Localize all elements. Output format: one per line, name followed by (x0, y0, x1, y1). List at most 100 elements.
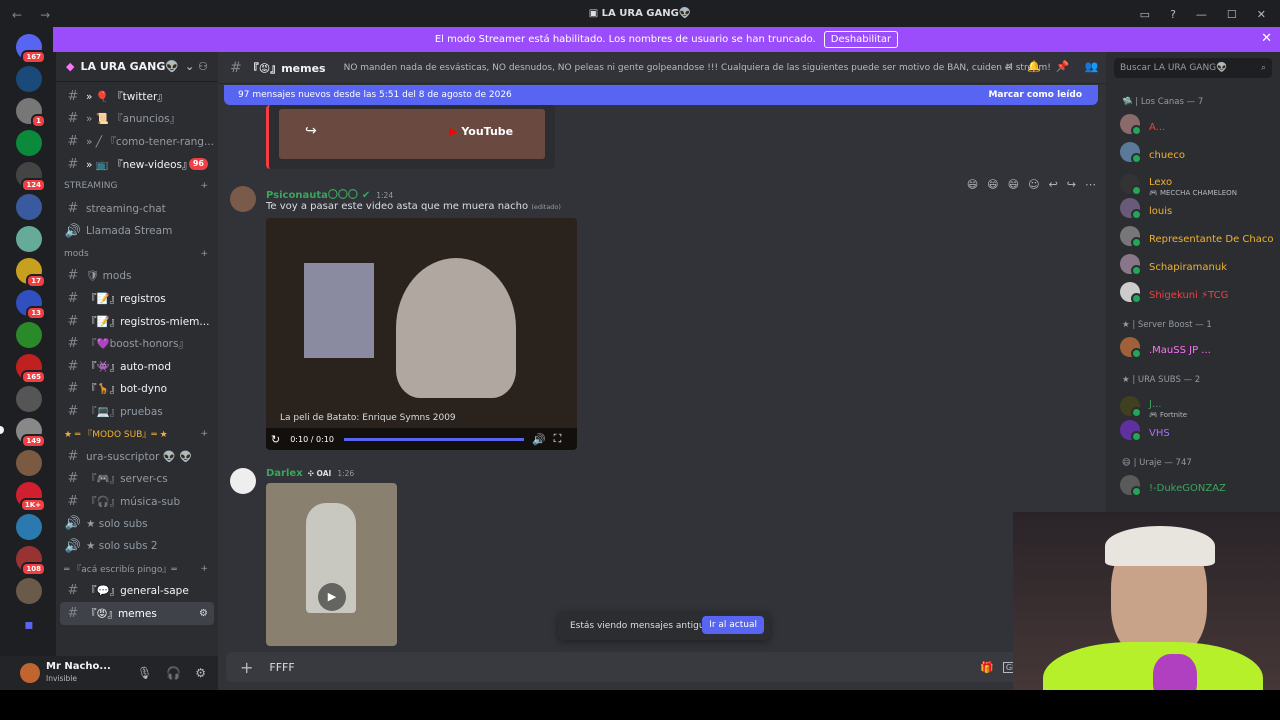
notification-bell-icon[interactable]: 🔔 (1027, 60, 1041, 74)
member-item[interactable]: Representante De Chaco (1120, 226, 1273, 248)
server-icon[interactable] (16, 578, 42, 604)
reaction-emoji-icon[interactable]: 😄 (1008, 178, 1019, 191)
add-reaction-icon[interactable]: ☺ (1028, 178, 1039, 191)
new-messages-bar[interactable]: 97 mensajes nuevos desde las 5:51 del 8 … (224, 85, 1098, 105)
channel-item[interactable]: # 『💜boost-honors』 (56, 332, 218, 355)
channel-item[interactable]: # 『🎧』música-sub (56, 490, 218, 513)
channel-item[interactable]: # » ╱ 『como-tener-rang... (56, 130, 218, 153)
avatar[interactable] (230, 468, 256, 494)
server-icon[interactable] (16, 386, 42, 412)
channel-item[interactable]: # 『👾』auto-mod (56, 355, 218, 378)
server-icon[interactable] (16, 130, 42, 156)
server-icon[interactable] (16, 226, 42, 252)
channel-item[interactable]: # 『📝』registros-miem... (56, 310, 218, 333)
embed-thumbnail[interactable]: ↪ ▶ YouTube (279, 109, 545, 159)
reaction-emoji-icon[interactable]: 😄 (987, 178, 998, 191)
server-icon[interactable]: 165 (16, 354, 46, 384)
category-mods[interactable]: mods + (56, 243, 218, 265)
message-composer[interactable]: + FFFF 🎁 GIF (226, 652, 1098, 682)
youtube-logo[interactable]: ▶ YouTube (449, 125, 513, 138)
play-icon[interactable]: ▶ (318, 583, 346, 611)
channel-item[interactable]: # 『🎮』server-cs (56, 467, 218, 490)
member-item[interactable]: A... (1120, 114, 1165, 136)
server-icon[interactable] (16, 514, 42, 540)
channel-settings-icon[interactable]: ⚙ (199, 608, 208, 619)
channel-item[interactable]: # ura-suscriptor 👽 👽 (56, 445, 218, 468)
avatar[interactable] (230, 186, 256, 212)
server-icon[interactable]: 1K+ (16, 482, 46, 512)
add-attachment-icon[interactable]: + (240, 658, 253, 677)
category-modo-sub[interactable]: ★ ═ 『MODO SUB』═ ★ + (56, 423, 218, 445)
member-list-icon[interactable]: 👥 (1085, 60, 1099, 74)
member-item[interactable]: Shigekuni ⚡TCG (1120, 282, 1228, 304)
channel-item[interactable]: # 『😡』memes ⚙ (60, 602, 214, 625)
inbox-icon[interactable]: ▭ (1140, 8, 1150, 21)
search-input[interactable]: Buscar LA URA GANG👽 ⌕ (1114, 58, 1272, 78)
member-item[interactable]: chueco (1120, 142, 1185, 164)
member-item[interactable]: Lexo 🎮 MECCHA CHAMELEON (1120, 170, 1237, 197)
guild-header[interactable]: ◆ LA URA GANG👽 ⌄ ⚇ (56, 52, 218, 82)
channel-item[interactable]: 🔊 Llamada Stream (56, 220, 218, 243)
avatar[interactable] (20, 663, 40, 683)
server-icon[interactable]: 108 (16, 546, 46, 576)
mark-as-read-button[interactable]: Marcar como leído (988, 90, 1082, 100)
close-window-icon[interactable]: ✕ (1257, 8, 1266, 21)
member-item[interactable]: !-DukeGONZAZ (1120, 475, 1226, 497)
minimize-icon[interactable]: — (1196, 8, 1207, 21)
channel-item[interactable]: # streaming-chat (56, 197, 218, 220)
more-options-icon[interactable]: ⋯ (1085, 178, 1096, 191)
server-icon[interactable] (16, 194, 42, 220)
direct-messages-button[interactable]: 167 (16, 34, 46, 64)
message-input[interactable]: FFFF (269, 661, 294, 674)
message-author[interactable]: Darlex ✣ OAI 1:26 (266, 468, 354, 479)
member-item[interactable]: Schapiramanuk (1120, 254, 1227, 276)
server-icon[interactable] (16, 66, 42, 92)
reply-icon[interactable]: ↩ (1049, 178, 1058, 191)
forward-icon[interactable]: ↪ (1067, 178, 1076, 191)
threads-icon[interactable]: ⌗ (1006, 60, 1012, 74)
category-streaming[interactable]: STREAMING + (56, 175, 218, 197)
reaction-emoji-icon[interactable]: 😄 (967, 178, 978, 191)
download-apps-icon[interactable]: ▪ (16, 612, 42, 638)
member-item[interactable]: VHS (1120, 420, 1170, 442)
add-channel-icon[interactable]: + (200, 181, 208, 191)
share-icon[interactable]: ↪ (305, 123, 317, 139)
channel-item[interactable]: # » 📜 『anuncios』 (56, 108, 218, 131)
channel-item[interactable]: # 『📝』registros (56, 287, 218, 310)
channel-item[interactable]: # 『🦒』bot-dyno (56, 378, 218, 401)
channel-topic[interactable]: NO manden nada de esvásticas, NO desnudo… (344, 63, 1051, 73)
channel-item[interactable]: 🔊 ★ solo subs (56, 513, 218, 536)
fullscreen-icon[interactable]: ⛶ (554, 432, 562, 446)
video-player[interactable]: La peli de Batato: Enrique Symns 2009 ↻ … (266, 218, 577, 450)
server-icon[interactable]: 17 (16, 258, 46, 288)
volume-icon[interactable]: 🔊 (532, 433, 546, 446)
add-channel-icon[interactable]: + (200, 429, 208, 439)
server-icon[interactable]: 124 (16, 162, 46, 192)
invite-people-icon[interactable]: ⚇ (198, 60, 208, 73)
video-seek-bar[interactable] (343, 437, 524, 441)
member-item[interactable]: J... 🎮 Fortnite (1120, 392, 1187, 419)
microphone-icon[interactable]: 🎙 (137, 666, 152, 680)
channel-item[interactable]: # » 📺 『new-videos』 96 (56, 153, 218, 176)
member-item[interactable]: louis (1120, 198, 1172, 220)
server-icon[interactable]: 149 (16, 418, 46, 448)
gift-icon[interactable]: 🎁 (980, 661, 994, 674)
disable-streamer-button[interactable]: Deshabilitar (823, 31, 899, 48)
server-icon[interactable]: 13 (16, 290, 46, 320)
channel-item[interactable]: # 🛡 mods (56, 265, 218, 288)
add-channel-icon[interactable]: + (200, 249, 208, 259)
maximize-icon[interactable]: ☐ (1227, 8, 1237, 21)
close-banner-icon[interactable]: ✕ (1261, 31, 1272, 46)
video-thumbnail[interactable]: ▶ (266, 483, 397, 646)
add-channel-icon[interactable]: + (200, 564, 208, 574)
help-icon[interactable]: ? (1170, 8, 1176, 21)
channel-item[interactable]: # 『💻』pruebas (56, 400, 218, 423)
server-icon[interactable] (16, 450, 42, 476)
channel-item[interactable]: # 『💬』general-sape (56, 580, 218, 603)
member-item[interactable]: .MauSS JP ... (1120, 337, 1211, 359)
settings-gear-icon[interactable]: ⚙ (195, 666, 206, 680)
channel-item[interactable]: # » 🎈 『twitter』 (56, 85, 218, 108)
server-icon[interactable] (16, 322, 42, 348)
category-aca[interactable]: ═ 『acá escribís pingo』═ + (56, 558, 218, 580)
pin-icon[interactable]: 📌 (1056, 60, 1070, 74)
